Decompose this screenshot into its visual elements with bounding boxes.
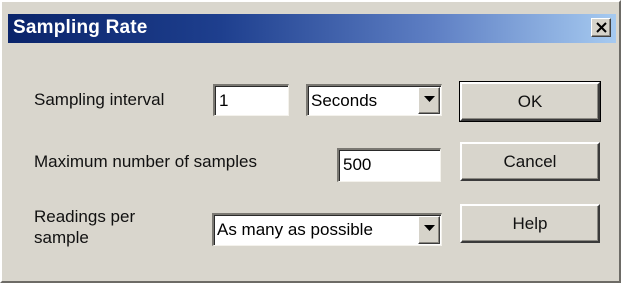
close-button[interactable] bbox=[591, 18, 611, 37]
chevron-down-icon bbox=[424, 96, 435, 102]
interval-unit-select[interactable]: Seconds bbox=[306, 84, 442, 116]
interval-unit-dropdown-button[interactable] bbox=[418, 87, 440, 114]
sampling-interval-label: Sampling interval bbox=[34, 90, 165, 109]
sampling-interval-input[interactable]: 1 bbox=[213, 84, 289, 116]
dialog-title: Sampling Rate bbox=[13, 17, 148, 38]
ok-button[interactable]: OK bbox=[459, 81, 601, 122]
sampling-rate-dialog: Sampling Rate Sampling interval 1 Second… bbox=[0, 0, 621, 283]
readings-per-sample-select[interactable]: As many as possible bbox=[212, 213, 442, 246]
max-samples-input[interactable]: 500 bbox=[337, 148, 441, 182]
max-samples-label: Maximum number of samples bbox=[34, 152, 257, 171]
readings-per-sample-label-line2: sample bbox=[34, 228, 89, 247]
readings-dropdown-button[interactable] bbox=[418, 216, 440, 244]
title-bar[interactable]: Sampling Rate bbox=[8, 14, 616, 43]
close-icon bbox=[596, 22, 607, 33]
chevron-down-icon bbox=[424, 225, 435, 231]
cancel-button[interactable]: Cancel bbox=[460, 142, 600, 181]
readings-per-sample-label-line1: Readings per bbox=[34, 207, 136, 226]
help-button[interactable]: Help bbox=[460, 204, 600, 243]
interval-unit-value: Seconds bbox=[311, 91, 378, 110]
readings-per-sample-value: As many as possible bbox=[217, 220, 373, 239]
